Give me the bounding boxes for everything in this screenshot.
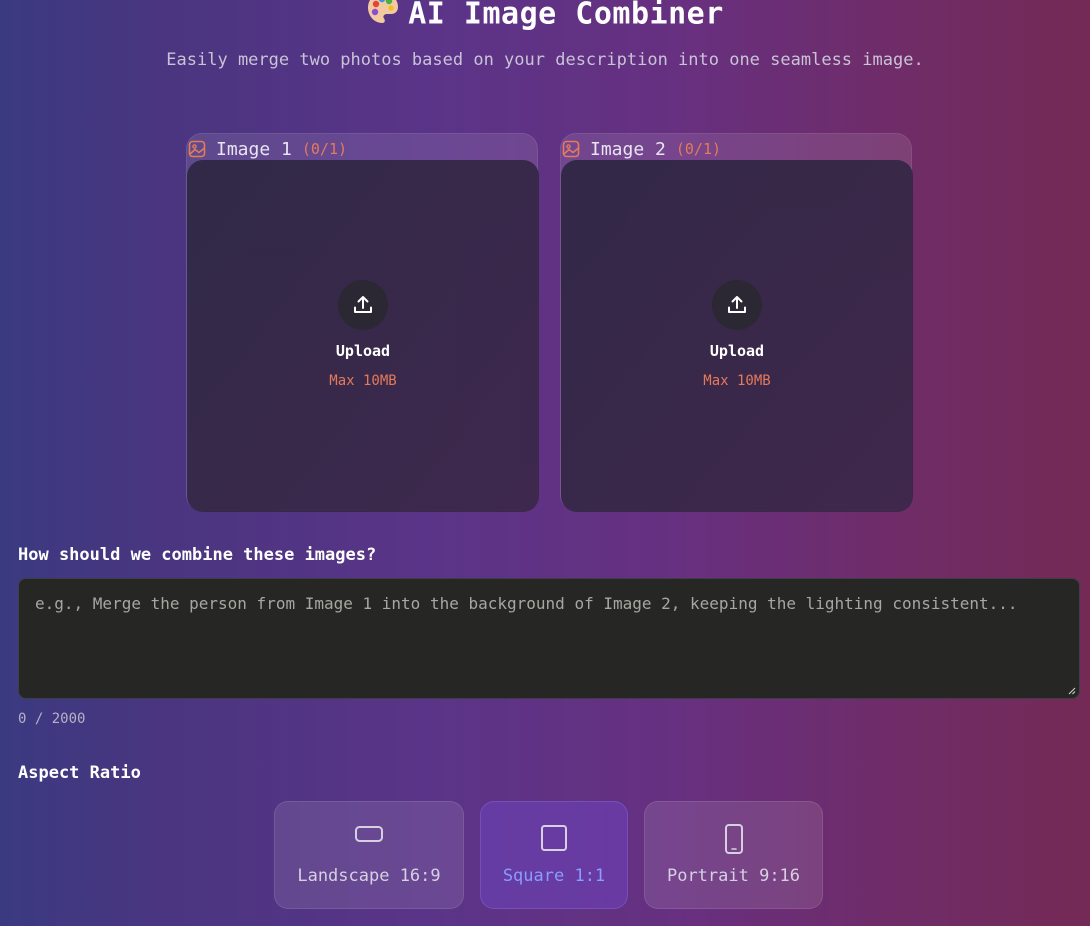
image-1-count: (0/1): [301, 140, 348, 158]
image-2-header: Image 2 (0/1): [562, 137, 721, 161]
prompt-textarea[interactable]: e.g., Merge the person from Image 1 into…: [18, 578, 1080, 699]
image-1-max-size: Max 10MB: [329, 373, 397, 389]
aspect-portrait-label: Portrait 9:16: [666, 866, 801, 886]
image-icon: [562, 140, 580, 158]
image-icon: [188, 140, 206, 158]
image-1-upload-dropzone[interactable]: Upload Max 10MB: [187, 160, 539, 512]
page-subtitle: Easily merge two photos based on your de…: [166, 50, 924, 70]
aspect-ratio-label: Aspect Ratio: [18, 763, 141, 783]
image-1-upload-button[interactable]: [338, 280, 388, 330]
image-1-header: Image 1 (0/1): [188, 137, 347, 161]
aspect-portrait-button[interactable]: Portrait 9:16: [644, 801, 823, 909]
image-1-card: Image 1 (0/1) Upload Max 10MB: [186, 133, 539, 512]
palette-icon: [366, 0, 400, 33]
prompt-char-count: 0 / 2000: [18, 711, 86, 727]
image-2-upload-button[interactable]: [712, 280, 762, 330]
image-2-count: (0/1): [675, 140, 722, 158]
image-1-label: Image 1: [216, 138, 292, 160]
aspect-landscape-button[interactable]: Landscape 16:9: [274, 801, 464, 909]
aspect-square-label: Square 1:1: [502, 866, 606, 886]
image-2-max-size: Max 10MB: [703, 373, 771, 389]
image-2-upload-label: Upload: [709, 342, 765, 360]
title-text: AI Image Combiner: [408, 0, 724, 32]
aspect-landscape-label: Landscape 16:9: [297, 866, 441, 886]
image-2-label: Image 2: [590, 138, 666, 160]
upload-icon: [728, 296, 746, 313]
square-icon: [541, 825, 567, 851]
aspect-square-button[interactable]: Square 1:1: [480, 801, 628, 909]
image-2-upload-dropzone[interactable]: Upload Max 10MB: [561, 160, 913, 512]
resize-handle-icon[interactable]: [1066, 685, 1076, 695]
prompt-label: How should we combine these images?: [18, 545, 377, 565]
portrait-phone-icon: [724, 824, 743, 854]
prompt-placeholder: e.g., Merge the person from Image 1 into…: [35, 594, 1018, 613]
image-1-upload-label: Upload: [335, 342, 391, 360]
page-title: AI Image Combiner: [0, 0, 1090, 36]
upload-icon: [354, 296, 372, 313]
landscape-rect-icon: [355, 826, 383, 842]
image-2-card: Image 2 (0/1) Upload Max 10MB: [560, 133, 913, 512]
